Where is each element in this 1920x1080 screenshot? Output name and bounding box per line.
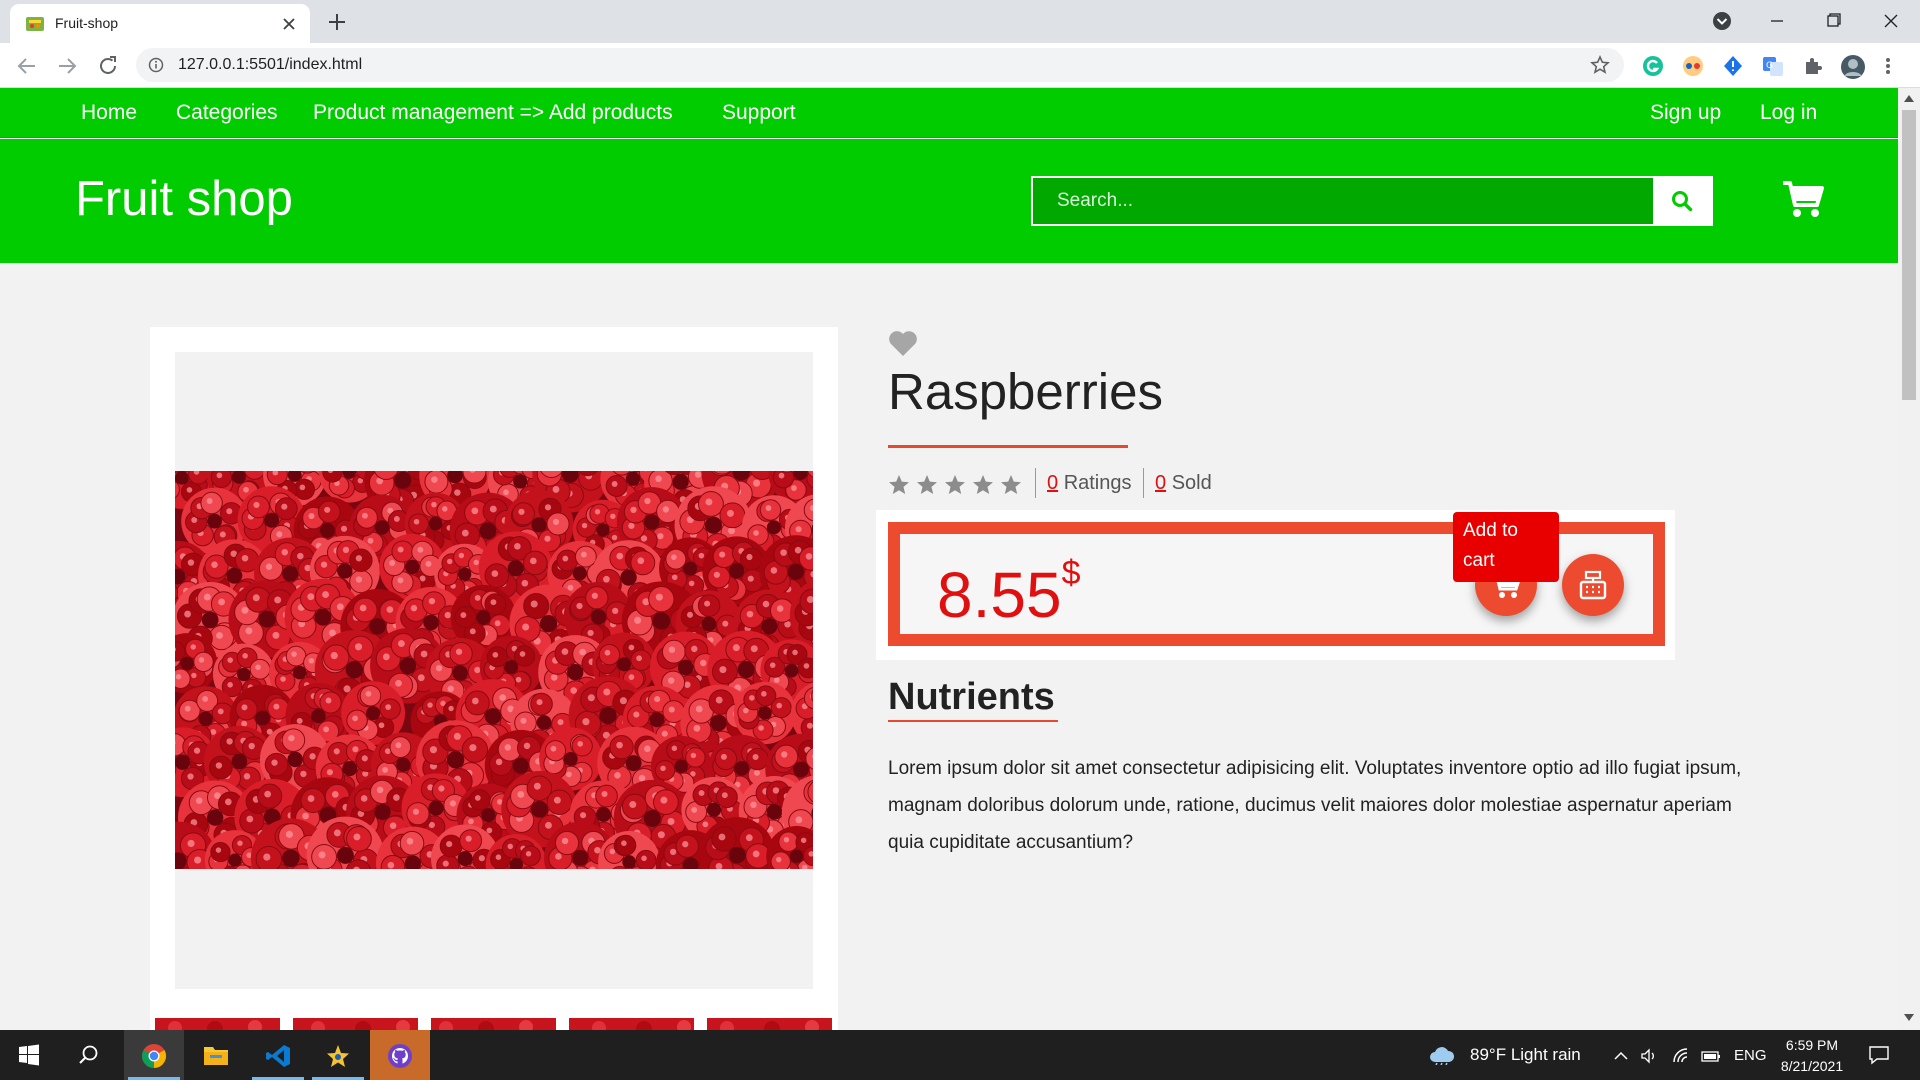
star-icon[interactable]	[1000, 474, 1022, 496]
extension-diamond-icon[interactable]	[1721, 54, 1745, 78]
url-text: 127.0.0.1:5501/index.html	[178, 56, 363, 73]
product-price: 8.55$	[937, 554, 1080, 632]
sold-number-link[interactable]: 0	[1155, 472, 1166, 494]
grammarly-extension-icon[interactable]	[1641, 54, 1665, 78]
star-icon[interactable]	[888, 474, 910, 496]
back-icon[interactable]	[15, 54, 39, 78]
divider	[1035, 468, 1036, 498]
divider	[1143, 468, 1144, 498]
browser-tab[interactable]: Fruit-shop	[10, 4, 310, 43]
scroll-up-icon[interactable]	[1904, 94, 1914, 102]
search-bar	[1031, 176, 1713, 226]
starred-app-icon[interactable]	[308, 1030, 368, 1080]
login-link[interactable]: Log in	[1760, 101, 1817, 125]
add-to-cart-tooltip: Add to cart	[1453, 512, 1559, 582]
extensions-puzzle-icon[interactable]	[1801, 54, 1825, 78]
star-icon[interactable]	[916, 474, 938, 496]
svg-text:G: G	[1766, 61, 1773, 71]
scrollbar-thumb[interactable]	[1902, 110, 1916, 400]
buy-now-button[interactable]	[1562, 554, 1624, 616]
tab-search-icon[interactable]	[1705, 6, 1739, 36]
forward-icon[interactable]	[55, 54, 79, 78]
wishlist-heart-icon[interactable]	[888, 330, 918, 357]
product-title: Raspberries	[888, 363, 1163, 420]
scroll-down-icon[interactable]	[1904, 1014, 1914, 1022]
wifi-icon[interactable]	[1672, 1047, 1690, 1065]
star-icon[interactable]	[972, 474, 994, 496]
raspberries-main-image	[175, 471, 813, 869]
weather-cloud-icon[interactable]	[1428, 1045, 1456, 1065]
close-window-icon[interactable]	[1874, 6, 1908, 36]
profile-avatar[interactable]	[1840, 54, 1865, 79]
star-icon[interactable]	[944, 474, 966, 496]
google-translate-icon[interactable]: G	[1761, 54, 1785, 78]
top-navigation: Home Categories Product management => Ad…	[0, 88, 1898, 138]
nav-categories-link[interactable]: Categories	[176, 101, 278, 125]
nav-support-link[interactable]: Support	[722, 101, 796, 125]
main-image-frame	[175, 352, 813, 989]
bookmark-star-icon[interactable]	[1590, 55, 1610, 75]
nutrients-heading: Nutrients	[888, 676, 1055, 718]
search-icon	[1672, 191, 1693, 212]
nav-product-management-link[interactable]: Product management => Add products	[313, 101, 673, 125]
nutrients-underline	[888, 720, 1058, 722]
language-indicator[interactable]: ENG	[1734, 1047, 1767, 1064]
thumbnail-image[interactable]	[431, 1018, 556, 1030]
cash-register-icon	[1579, 570, 1607, 600]
vscode-icon[interactable]	[248, 1030, 308, 1080]
address-bar-row: 127.0.0.1:5501/index.html	[0, 43, 1920, 88]
currency-symbol: $	[1061, 554, 1081, 592]
ratings-count: 0 Ratings	[1047, 472, 1132, 495]
reload-icon[interactable]	[96, 54, 120, 78]
battery-icon[interactable]	[1701, 1047, 1720, 1065]
clock-date: 8/21/2021	[1780, 1058, 1844, 1074]
notification-center-icon[interactable]	[1868, 1044, 1890, 1066]
tab-title: Fruit-shop	[55, 15, 119, 31]
clock-time: 6:59 PM	[1785, 1037, 1839, 1053]
sold-label: Sold	[1171, 472, 1212, 494]
fruit-favicon-icon	[25, 14, 45, 34]
site-header: Fruit shop	[0, 139, 1898, 263]
ratings-number-link[interactable]: 0	[1047, 472, 1058, 494]
title-underline	[888, 445, 1128, 448]
tray-chevron-up-icon[interactable]	[1612, 1047, 1630, 1065]
chrome-taskbar-icon[interactable]	[124, 1030, 184, 1080]
omnibox[interactable]: 127.0.0.1:5501/index.html	[136, 48, 1624, 82]
volume-icon[interactable]	[1640, 1047, 1658, 1065]
browser-menu-icon[interactable]	[1881, 54, 1895, 78]
thumbnail-image[interactable]	[155, 1018, 280, 1030]
weather-text[interactable]: 89°F Light rain	[1470, 1045, 1581, 1065]
signup-link[interactable]: Sign up	[1650, 101, 1721, 125]
search-button[interactable]	[1653, 178, 1711, 224]
extension-glasses-icon[interactable]	[1681, 54, 1705, 78]
new-tab-icon[interactable]	[326, 11, 348, 33]
thumbnail-image[interactable]	[293, 1018, 418, 1030]
thumbnail-image[interactable]	[707, 1018, 832, 1030]
product-gallery	[150, 327, 838, 1030]
minimize-icon[interactable]	[1760, 6, 1794, 36]
windows-search-icon[interactable]	[60, 1030, 120, 1080]
windows-taskbar	[0, 1030, 1920, 1080]
thumbnail-image[interactable]	[569, 1018, 694, 1030]
shopping-cart-icon[interactable]	[1782, 179, 1824, 219]
ratings-label: Ratings	[1063, 472, 1132, 494]
page-scrollbar[interactable]	[1898, 88, 1920, 1030]
brand-logo-text[interactable]: Fruit shop	[75, 171, 293, 227]
file-explorer-icon[interactable]	[186, 1030, 246, 1080]
windows-start-icon[interactable]	[0, 1030, 60, 1080]
nav-home-link[interactable]: Home	[81, 101, 137, 125]
browser-tab-strip: Fruit-shop	[0, 0, 1920, 43]
github-desktop-icon[interactable]	[370, 1030, 430, 1080]
site-info-icon[interactable]	[148, 57, 164, 73]
restore-icon[interactable]	[1816, 6, 1850, 36]
nutrients-description: Lorem ipsum dolor sit amet consectetur a…	[888, 758, 1742, 853]
sold-count: 0 Sold	[1155, 472, 1212, 495]
system-clock[interactable]: 6:59 PM 8/21/2021	[1778, 1035, 1846, 1077]
close-tab-icon[interactable]	[280, 15, 298, 33]
search-input[interactable]	[1033, 178, 1653, 224]
price-value: 8.55	[937, 559, 1062, 631]
